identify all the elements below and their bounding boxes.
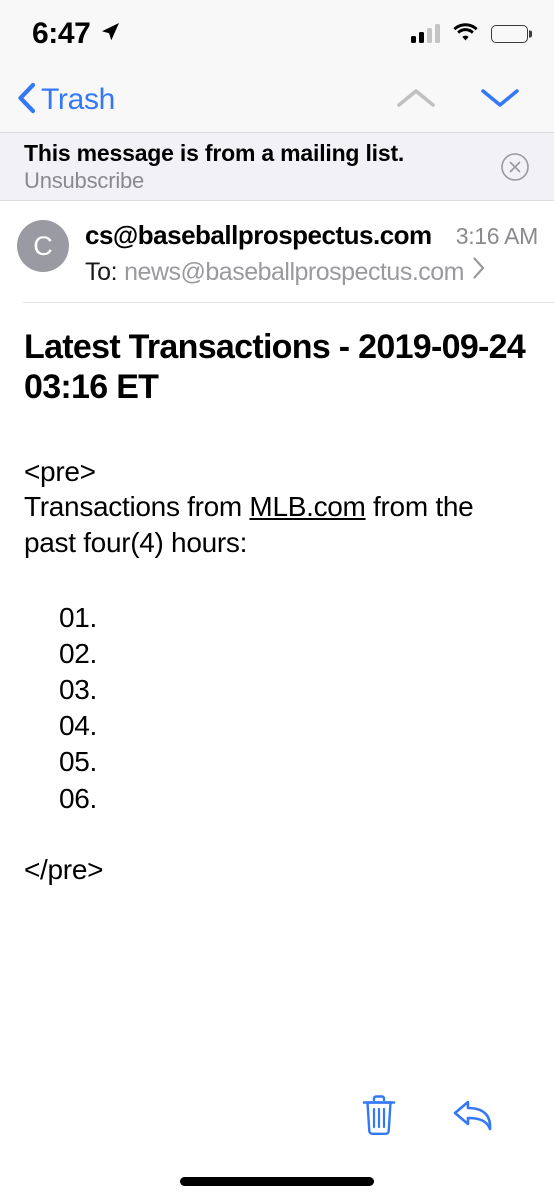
chevron-left-icon: [16, 82, 36, 119]
status-bar: 6:47: [0, 0, 554, 68]
sender-address[interactable]: cs@baseballprospectus.com: [85, 220, 432, 251]
sender-row-primary: cs@baseballprospectus.com 3:16 AM: [85, 220, 538, 251]
mailing-list-banner-text: This message is from a mailing list. Uns…: [24, 140, 404, 194]
status-bar-left: 6:47: [32, 17, 121, 51]
mail-message-screen: 6:47 Trash This message is from a mailin…: [0, 0, 554, 1200]
list-item: 02.: [59, 638, 98, 670]
sender-details: cs@baseballprospectus.com 3:16 AM To: ne…: [85, 220, 538, 287]
mailing-list-banner: This message is from a mailing list. Uns…: [0, 133, 554, 201]
message-subject: Latest Transactions - 2019-09-24 03:16 E…: [24, 328, 526, 407]
location-arrow-icon: [99, 21, 121, 48]
back-to-trash-button[interactable]: Trash: [16, 82, 115, 119]
list-item: 05.: [59, 746, 98, 778]
mailing-list-banner-title: This message is from a mailing list.: [24, 139, 405, 166]
message-timestamp: 3:16 AM: [455, 223, 539, 249]
unsubscribe-link[interactable]: Unsubscribe: [24, 168, 404, 194]
chevron-up-icon[interactable]: [392, 82, 440, 119]
message-body: Latest Transactions - 2019-09-24 03:16 E…: [0, 303, 554, 1053]
intro-text-before-link: Transactions from: [24, 491, 250, 523]
wifi-icon: [453, 22, 478, 46]
status-bar-clock: 6:47: [32, 17, 91, 50]
recipient-row[interactable]: To: news@baseballprospectus.com: [85, 256, 538, 287]
pre-close-tag: </pre>: [24, 853, 104, 885]
back-button-label: Trash: [41, 83, 116, 116]
list-item: 04.: [59, 710, 98, 742]
pre-open-tag: <pre>: [24, 456, 96, 488]
mlb-com-link[interactable]: MLB.com: [249, 491, 365, 522]
message-navigation-controls: [392, 82, 524, 119]
close-circle-icon[interactable]: [500, 152, 530, 182]
intro-paragraph: Transactions from MLB.com from the past …: [24, 489, 530, 560]
to-label: To:: [85, 258, 118, 286]
trash-icon[interactable]: [360, 1095, 398, 1137]
reply-arrow-icon[interactable]: [452, 1096, 496, 1136]
message-sender-header: C cs@baseballprospectus.com 3:16 AM To: …: [0, 201, 554, 302]
navigation-bar: Trash: [0, 68, 554, 133]
recipient-address: news@baseballprospectus.com: [124, 258, 464, 286]
message-content: <pre> Transactions from MLB.com from the…: [24, 454, 530, 885]
cellular-signal-icon: [411, 24, 440, 43]
avatar: C: [17, 220, 69, 272]
status-bar-right: [411, 22, 532, 46]
chevron-down-icon[interactable]: [476, 82, 524, 119]
list-item: 01.: [59, 602, 98, 634]
list-item: 06.: [59, 782, 98, 814]
list-item: 03.: [59, 674, 98, 706]
home-indicator: [180, 1177, 374, 1186]
transactions-list: 01. 02. 03. 04. 05. 06.: [24, 600, 530, 817]
battery-icon: [491, 25, 532, 43]
chevron-right-icon[interactable]: [472, 256, 486, 280]
message-toolbar: [0, 1080, 554, 1152]
